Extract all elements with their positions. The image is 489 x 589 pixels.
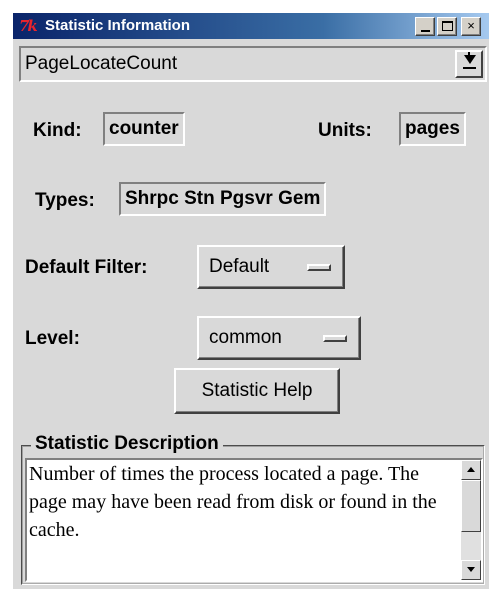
scroll-down-button[interactable] — [461, 560, 481, 580]
statistic-description-textbox[interactable]: Number of times the process located a pa… — [25, 458, 483, 582]
statistic-description-text: Number of times the process located a pa… — [29, 463, 437, 541]
arrow-down-icon — [464, 55, 476, 64]
units-value: pages — [399, 112, 466, 146]
statistic-selector[interactable]: PageLocateCount — [19, 46, 487, 82]
window-title: Statistic Information — [45, 17, 191, 34]
arrow-down-icon — [467, 567, 475, 572]
minimize-button[interactable] — [415, 17, 435, 36]
tk-app-icon: 7k — [19, 17, 38, 35]
title-bar[interactable]: 7k Statistic Information × — [13, 13, 489, 39]
maximize-button[interactable] — [437, 17, 457, 36]
menu-indicator-icon — [323, 335, 347, 342]
types-value: Shrpc Stn Pgsvr Gem — [119, 182, 327, 216]
close-icon: × — [467, 18, 475, 33]
units-label: Units: — [318, 120, 372, 141]
kind-value: counter — [103, 112, 185, 146]
statistic-information-window: 7k Statistic Information × PageLocateCou… — [12, 12, 489, 589]
level-value: common — [209, 327, 282, 348]
scroll-thumb[interactable] — [461, 480, 481, 532]
default-filter-label: Default Filter: — [25, 257, 148, 278]
statistic-description-title: Statistic Description — [31, 433, 223, 455]
default-filter-value: Default — [209, 256, 270, 277]
statistic-selector-dropdown-button[interactable] — [455, 50, 483, 78]
statistic-selector-value: PageLocateCount — [25, 53, 178, 74]
menu-indicator-icon — [307, 264, 331, 271]
close-button[interactable]: × — [461, 17, 481, 36]
statistic-help-button[interactable]: Statistic Help — [174, 368, 340, 414]
arrow-up-icon — [467, 467, 475, 472]
description-scrollbar[interactable] — [461, 460, 481, 580]
kind-label: Kind: — [33, 120, 82, 141]
maximize-icon — [442, 21, 453, 31]
level-menubutton[interactable]: common — [197, 316, 361, 360]
default-filter-menubutton[interactable]: Default — [197, 245, 345, 289]
scroll-up-button[interactable] — [461, 460, 481, 480]
level-label: Level: — [25, 328, 80, 349]
minimize-icon — [421, 30, 430, 32]
types-label: Types: — [35, 190, 95, 211]
underline-icon — [463, 67, 476, 69]
